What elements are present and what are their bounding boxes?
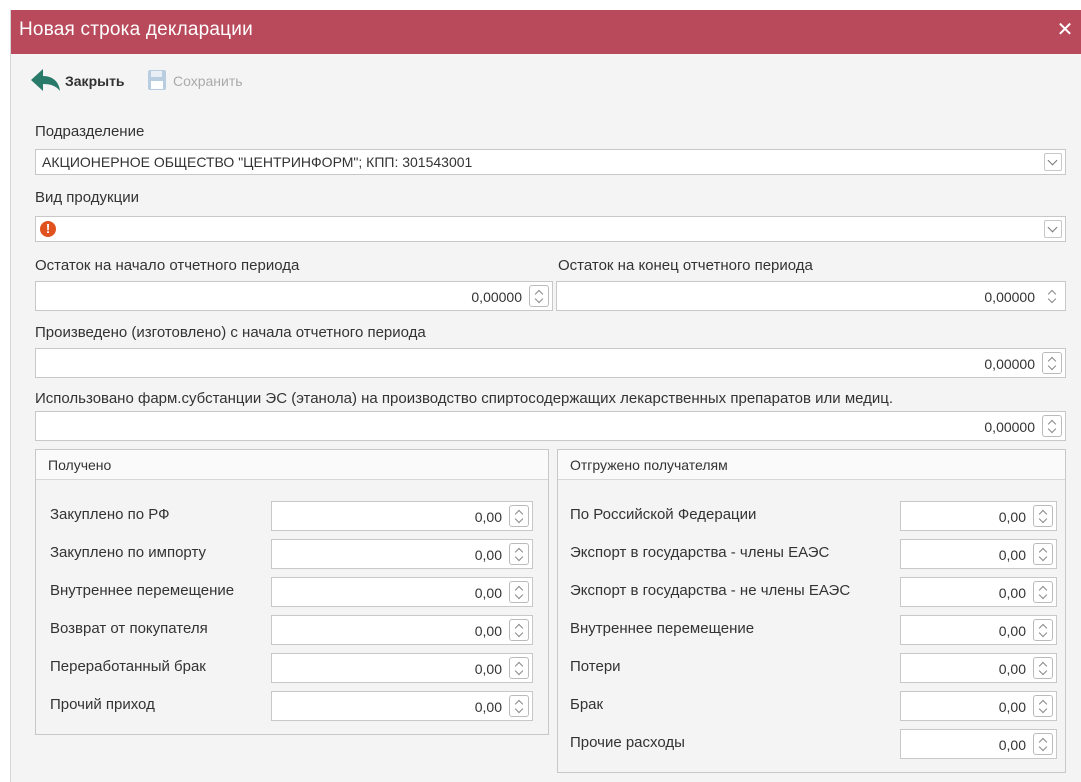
- received-row-label: Закуплено по импорту: [50, 544, 206, 561]
- back-arrow-icon: [29, 67, 61, 96]
- received-row-input[interactable]: 0,00: [271, 615, 533, 645]
- save-button[interactable]: Сохранить: [147, 66, 243, 96]
- shipped-row-label: По Российской Федерации: [570, 506, 757, 523]
- closing-balance-value: 0,00000: [984, 289, 1035, 305]
- shipped-row-label: Экспорт в государства - не члены ЕАЭС: [570, 582, 851, 599]
- shipped-row-value: 0,00: [998, 623, 1026, 639]
- spinner-icon[interactable]: [1033, 695, 1053, 717]
- produced-value: 0,00000: [984, 356, 1035, 372]
- close-button-label: Закрыть: [65, 73, 125, 89]
- spinner-icon[interactable]: [529, 285, 549, 307]
- spinner-icon[interactable]: [1033, 733, 1053, 755]
- dialog-titlebar: Новая строка декларации ✕: [11, 10, 1081, 54]
- spinner-icon[interactable]: [1033, 657, 1053, 679]
- produced-input[interactable]: 0,00000: [35, 348, 1066, 378]
- spinner-icon[interactable]: [1042, 285, 1062, 307]
- shipped-row-input[interactable]: 0,00: [900, 653, 1057, 683]
- dialog-window: Новая строка декларации ✕ Закрыть Сохран…: [10, 10, 1081, 782]
- opening-balance-value: 0,00000: [471, 289, 522, 305]
- received-group: Получено Закуплено по РФ 0,00 Закуплено по…: [35, 449, 549, 735]
- spinner-icon[interactable]: [1042, 352, 1062, 374]
- received-row-value: 0,00: [474, 661, 502, 677]
- spinner-icon[interactable]: [509, 543, 529, 565]
- shipped-group-title: Отгружено получателям: [570, 457, 728, 473]
- received-row-label: Прочий приход: [50, 696, 155, 713]
- warning-icon: !: [40, 221, 56, 237]
- received-row-value: 0,00: [474, 623, 502, 639]
- received-group-header: Получено: [36, 450, 548, 480]
- received-row-label: Внутреннее перемещение: [50, 582, 235, 599]
- received-row-input[interactable]: 0,00: [271, 577, 533, 607]
- spinner-icon[interactable]: [1033, 505, 1053, 527]
- division-value: АКЦИОНЕРНОЕ ОБЩЕСТВО "ЦЕНТРИНФОРМ"; КПП:…: [42, 154, 473, 170]
- received-group-title: Получено: [48, 457, 112, 473]
- spinner-icon[interactable]: [509, 657, 529, 679]
- spinner-icon[interactable]: [1033, 619, 1053, 641]
- shipped-row-label: Экспорт в государства - члены ЕАЭС: [570, 544, 830, 561]
- used-input[interactable]: 0,00000: [35, 411, 1066, 441]
- spinner-icon[interactable]: [509, 695, 529, 717]
- shipped-row-label: Брак: [570, 696, 604, 713]
- received-row-input[interactable]: 0,00: [271, 653, 533, 683]
- shipped-row-label: Прочие расходы: [570, 734, 685, 751]
- closing-balance-label: Остаток на конец отчетного периода: [558, 257, 813, 274]
- received-row-value: 0,00: [474, 509, 502, 525]
- shipped-row-input[interactable]: 0,00: [900, 501, 1057, 531]
- shipped-row-input[interactable]: 0,00: [900, 729, 1057, 759]
- spinner-icon[interactable]: [509, 581, 529, 603]
- shipped-row-input[interactable]: 0,00: [900, 615, 1057, 645]
- spinner-icon[interactable]: [1033, 543, 1053, 565]
- shipped-row-input[interactable]: 0,00: [900, 539, 1057, 569]
- chevron-down-icon[interactable]: [1044, 220, 1062, 238]
- division-select[interactable]: АКЦИОНЕРНОЕ ОБЩЕСТВО "ЦЕНТРИНФОРМ"; КПП:…: [35, 149, 1066, 175]
- opening-balance-input[interactable]: 0,00000: [35, 281, 553, 311]
- received-row-value: 0,00: [474, 699, 502, 715]
- produced-label: Произведено (изготовлено) с начала отчет…: [35, 324, 426, 341]
- used-value: 0,00000: [984, 419, 1035, 435]
- received-row-input[interactable]: 0,00: [271, 501, 533, 531]
- closing-balance-input[interactable]: 0,00000: [556, 281, 1066, 311]
- chevron-down-icon[interactable]: [1044, 153, 1062, 171]
- shipped-row-value: 0,00: [998, 661, 1026, 677]
- shipped-row-value: 0,00: [998, 547, 1026, 563]
- received-row-input[interactable]: 0,00: [271, 539, 533, 569]
- floppy-disk-icon: [147, 69, 167, 94]
- save-button-label: Сохранить: [173, 73, 243, 89]
- spinner-icon[interactable]: [509, 505, 529, 527]
- shipped-row-label: Внутреннее перемещение: [570, 620, 755, 637]
- shipped-row-input[interactable]: 0,00: [900, 577, 1057, 607]
- shipped-group-header: Отгружено получателям: [558, 450, 1065, 480]
- dialog-title: Новая строка декларации: [19, 19, 253, 40]
- spinner-icon[interactable]: [1042, 415, 1062, 437]
- close-icon[interactable]: ✕: [1055, 20, 1075, 40]
- shipped-row-value: 0,00: [998, 737, 1026, 753]
- product-type-select[interactable]: !: [35, 216, 1066, 242]
- received-row-input[interactable]: 0,00: [271, 691, 533, 721]
- spinner-icon[interactable]: [509, 619, 529, 641]
- opening-balance-label: Остаток на начало отчетного периода: [35, 257, 300, 274]
- used-label: Использовано фарм.субстанции ЭС (этанола…: [35, 390, 894, 407]
- shipped-row-value: 0,00: [998, 699, 1026, 715]
- shipped-row-value: 0,00: [998, 509, 1026, 525]
- spinner-icon[interactable]: [1033, 581, 1053, 603]
- shipped-row-input[interactable]: 0,00: [900, 691, 1057, 721]
- received-row-label: Возврат от покупателя: [50, 620, 208, 637]
- division-label: Подразделение: [35, 123, 145, 140]
- close-button[interactable]: Закрыть: [29, 66, 125, 96]
- shipped-row-value: 0,00: [998, 585, 1026, 601]
- received-row-value: 0,00: [474, 547, 502, 563]
- received-row-label: Переработанный брак: [50, 658, 206, 675]
- received-row-label: Закуплено по РФ: [50, 506, 170, 523]
- shipped-row-label: Потери: [570, 658, 621, 675]
- product-type-label: Вид продукции: [35, 189, 139, 206]
- received-row-value: 0,00: [474, 585, 502, 601]
- shipped-group: Отгружено получателям По Российской Феде…: [557, 449, 1066, 773]
